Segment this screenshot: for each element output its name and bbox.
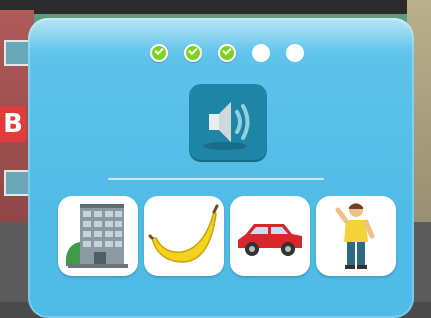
progress-dot-done (184, 44, 202, 62)
play-sound-button[interactable] (189, 84, 267, 160)
check-icon (222, 45, 232, 56)
store-sign: B (0, 106, 26, 142)
banana-icon (148, 204, 219, 263)
choice-car[interactable] (230, 196, 310, 276)
choice-man[interactable] (316, 196, 396, 276)
car-icon (238, 224, 302, 256)
check-icon (154, 45, 164, 56)
building-icon (66, 204, 128, 268)
divider (108, 178, 324, 180)
man-icon (335, 203, 375, 269)
progress-dot-pending (252, 44, 270, 62)
choice-banana[interactable] (144, 196, 224, 276)
top-strip (0, 0, 431, 14)
progress-dots (150, 44, 304, 62)
progress-dot-pending (286, 44, 304, 62)
progress-dot-done (218, 44, 236, 62)
progress-dot-done (150, 44, 168, 62)
speaker-icon (203, 102, 250, 150)
check-icon (188, 45, 198, 56)
choice-building[interactable] (58, 196, 138, 276)
answer-choices (58, 196, 396, 276)
